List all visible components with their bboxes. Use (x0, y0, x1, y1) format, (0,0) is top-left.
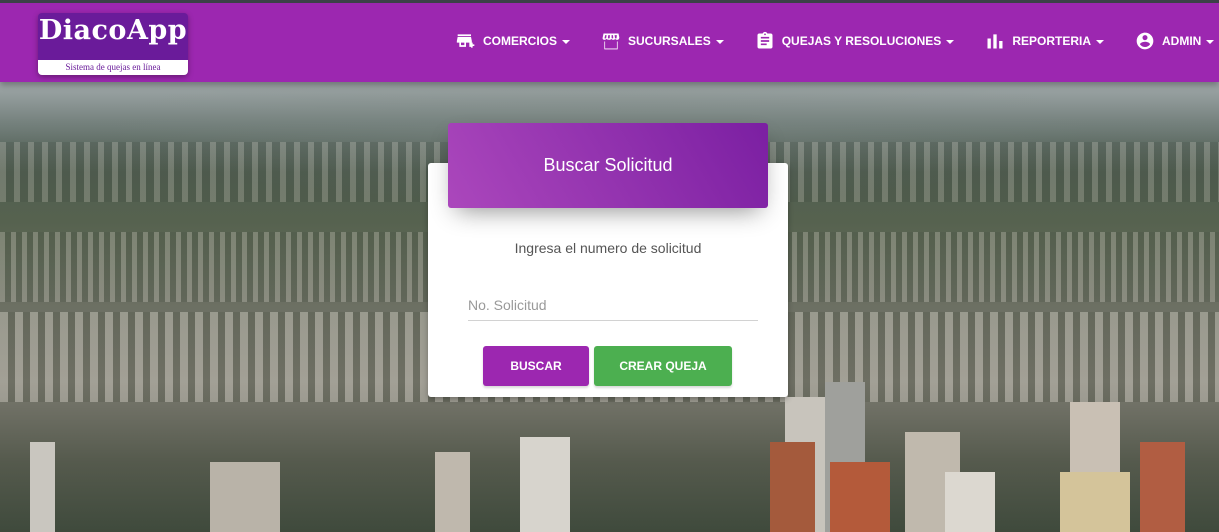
solicitud-number-input[interactable] (468, 290, 758, 321)
chevron-down-icon (562, 40, 571, 44)
chevron-down-icon (1206, 40, 1215, 44)
nav-item-reporteria[interactable]: REPORTERIA (985, 31, 1104, 51)
nav-item-quejas[interactable]: QUEJAS Y RESOLUCIONES (755, 31, 955, 51)
nav-item-comercios[interactable]: COMERCIOS (456, 31, 571, 51)
brand-logo[interactable]: DiacoApp Sistema de quejas en línea (38, 13, 188, 75)
nav-label: SUCURSALES (628, 34, 711, 48)
nav-label: REPORTERIA (1012, 34, 1091, 48)
card-description: Ingresa el numero de solicitud (514, 240, 702, 256)
nav-item-sucursales[interactable]: SUCURSALES (601, 31, 724, 51)
chevron-down-icon (946, 40, 955, 44)
brand-title: DiacoApp (38, 15, 188, 46)
create-complaint-button[interactable]: CREAR QUEJA (594, 346, 732, 386)
chevron-down-icon (1096, 40, 1104, 44)
nav-item-admin[interactable]: ADMIN (1135, 31, 1215, 51)
storefront-icon (602, 33, 620, 50)
nav-label: COMERCIOS (483, 34, 558, 48)
clipboard-icon (757, 31, 773, 49)
chevron-down-icon (715, 40, 724, 44)
nav-label: ADMIN (1162, 34, 1202, 48)
brand-subtitle: Sistema de quejas en línea (38, 60, 188, 75)
account-circle-icon (1136, 32, 1154, 50)
nav-label: QUEJAS Y RESOLUCIONES (781, 34, 942, 48)
store-add-icon (456, 34, 475, 48)
search-button[interactable]: BUSCAR (483, 346, 589, 386)
bar-chart-icon (987, 34, 1003, 49)
card-title: Buscar Solicitud (448, 123, 768, 208)
main-nav: COMERCIOS SUCURSALES QUEJAS Y RESOLUCION… (456, 29, 1215, 53)
top-navbar: DiacoApp Sistema de quejas en línea COME… (0, 0, 1219, 82)
